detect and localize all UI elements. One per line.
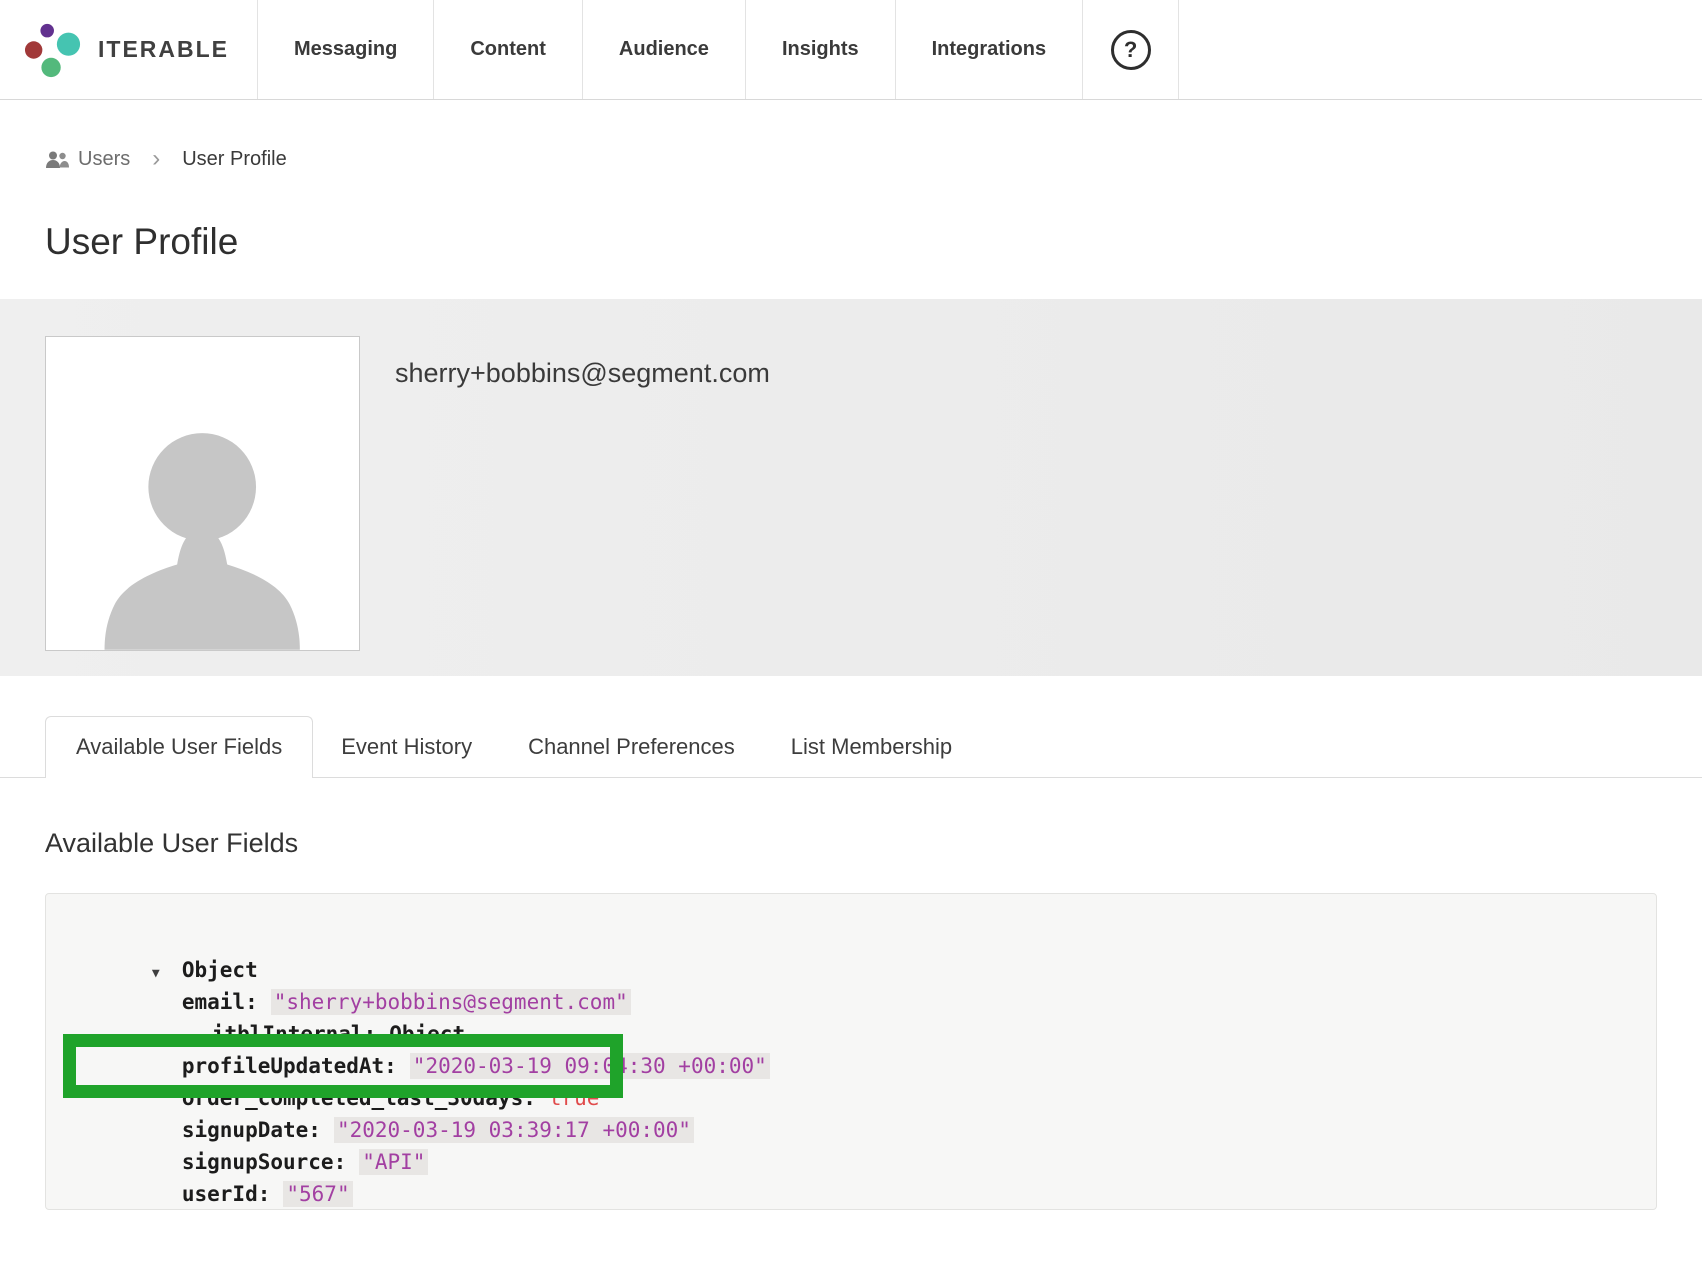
tab-channel-preferences[interactable]: Channel Preferences: [500, 717, 763, 777]
nav-item-insights[interactable]: Insights: [746, 0, 896, 99]
brand-name: ITERABLE: [98, 36, 229, 63]
field-key: email:: [182, 990, 258, 1014]
field-key: itblInternal:: [212, 1022, 376, 1046]
field-value: Object: [389, 1022, 465, 1046]
top-navigation: ITERABLE Messaging Content Audience Insi…: [0, 0, 1702, 100]
field-value: "2020-03-19 03:39:17 +00:00": [334, 1117, 694, 1143]
tab-event-history[interactable]: Event History: [313, 717, 500, 777]
nav-item-audience[interactable]: Audience: [583, 0, 746, 99]
avatar-placeholder-icon: [77, 368, 327, 650]
nav-item-integrations[interactable]: Integrations: [896, 0, 1083, 99]
brand-logo[interactable]: ITERABLE: [0, 0, 258, 99]
help-button[interactable]: ?: [1083, 0, 1179, 99]
tree-root-row: ▼Object: [76, 922, 1616, 954]
page: ITERABLE Messaging Content Audience Insi…: [0, 0, 1702, 1276]
breadcrumb-users-link[interactable]: Users: [45, 148, 130, 171]
iterable-logo-icon: [24, 21, 82, 79]
field-value: true: [549, 1086, 600, 1110]
avatar: [45, 336, 360, 651]
profile-tabs: Available User Fields Event History Chan…: [0, 716, 1702, 778]
field-key: order_completed_last_30days:: [182, 1086, 536, 1110]
nav-item-content[interactable]: Content: [434, 0, 583, 99]
field-key: signupSource:: [182, 1150, 346, 1174]
chevron-right-icon: ›: [152, 147, 160, 171]
user-fields-tree: ▼Object email:"sherry+bobbins@segment.co…: [45, 893, 1657, 1210]
tab-available-user-fields[interactable]: Available User Fields: [45, 716, 313, 778]
field-key: signupDate:: [182, 1118, 321, 1142]
breadcrumb-current: User Profile: [182, 148, 286, 171]
section-heading: Available User Fields: [45, 828, 1657, 859]
users-icon: [45, 150, 69, 169]
nav-item-messaging[interactable]: Messaging: [258, 0, 434, 99]
tab-list-membership[interactable]: List Membership: [763, 717, 980, 777]
tree-row-email: email:"sherry+bobbins@segment.com": [76, 954, 1616, 986]
help-icon: ?: [1111, 30, 1151, 70]
field-value: "567": [283, 1181, 352, 1207]
field-value: "sherry+bobbins@segment.com": [271, 989, 631, 1015]
field-key: profileUpdatedAt:: [182, 1054, 397, 1078]
field-key: userId:: [182, 1182, 271, 1206]
profile-summary: sherry+bobbins@segment.com: [0, 299, 1702, 676]
field-value: "2020-03-19 09:04:30 +00:00": [410, 1053, 770, 1079]
page-title: User Profile: [45, 221, 1657, 263]
breadcrumb: Users › User Profile: [45, 147, 1657, 171]
field-value: "API": [359, 1149, 428, 1175]
breadcrumb-users-label: Users: [78, 148, 130, 171]
root-object-label: Object: [182, 958, 258, 982]
user-email: sherry+bobbins@segment.com: [395, 358, 770, 389]
